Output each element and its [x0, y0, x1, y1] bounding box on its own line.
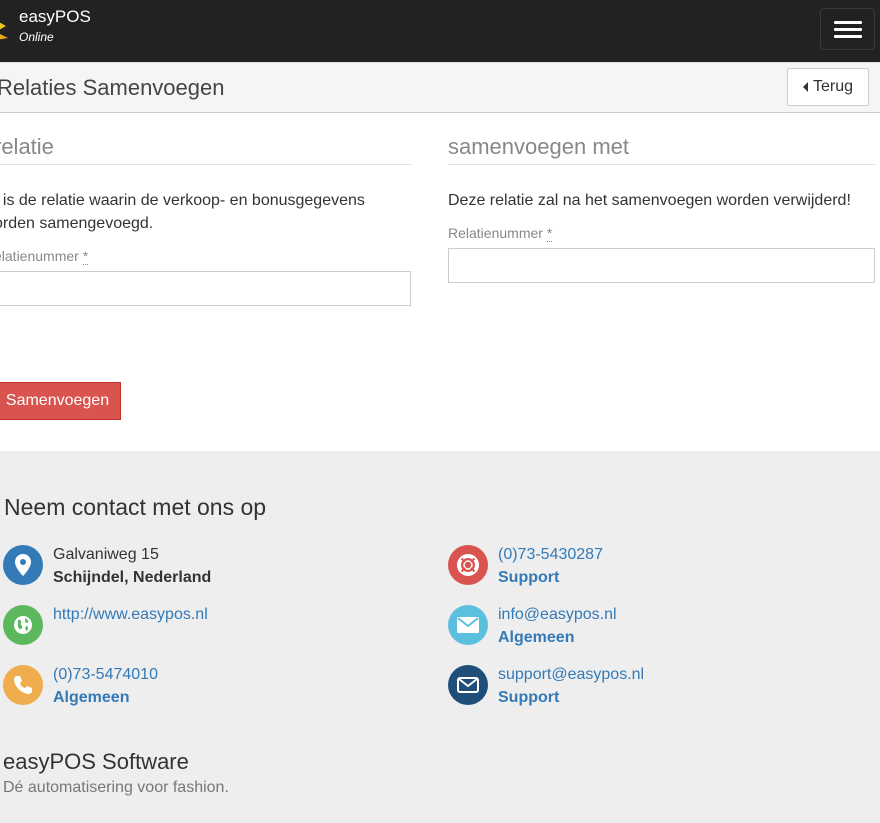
brand-subtitle: Online	[19, 30, 54, 44]
contact-address: Galvaniweg 15 Schijndel, Nederland	[3, 545, 403, 595]
easypos-logo-icon[interactable]	[0, 16, 10, 40]
support-email-link[interactable]: support@easypos.nl	[498, 665, 644, 685]
contact-info-email: info@easypos.nl Algemeen	[448, 605, 848, 655]
address-street: Galvaniweg 15	[53, 546, 159, 563]
hamburger-icon	[834, 21, 862, 24]
support-phone-link[interactable]: (0)73-5430287	[498, 545, 603, 565]
contact-support-email: support@easypos.nl Support	[448, 665, 848, 715]
support-phone-label[interactable]: Support	[498, 568, 559, 588]
contact-general-phone: (0)73-5474010 Algemeen	[3, 665, 403, 715]
samenvoegen-met-heading: samenvoegen met	[448, 113, 875, 165]
relatie-description: t is de relatie waarin de verkoop- en bo…	[0, 189, 411, 235]
envelope-icon	[448, 665, 488, 705]
relatienummer-input[interactable]	[0, 271, 411, 306]
general-phone-label[interactable]: Algemeen	[53, 688, 129, 708]
samenvoegen-met-description: Deze relatie zal na het samenvoegen word…	[448, 192, 851, 209]
relatienummer-merge-label-text: Relatienummer	[448, 225, 543, 241]
info-email-label[interactable]: Algemeen	[498, 628, 574, 648]
menu-toggle-button[interactable]	[820, 8, 875, 50]
relatie-description-line2: orden samengevoegd.	[0, 215, 154, 232]
hamburger-icon	[834, 35, 862, 38]
hamburger-icon	[834, 28, 862, 31]
relatienummer-label-text: elatienummer	[0, 248, 79, 264]
envelope-icon	[448, 605, 488, 645]
brand-name: easyPOS	[19, 7, 91, 26]
contact-support-phone: (0)73-5430287 Support	[448, 545, 848, 595]
address-city: Schijndel, Nederland	[53, 569, 212, 586]
relatie-column: relatie t is de relatie waarin de verkoo…	[0, 113, 411, 306]
relatie-heading: relatie	[0, 113, 411, 165]
info-email-link[interactable]: info@easypos.nl	[498, 605, 617, 625]
top-navbar: easyPOS Online	[0, 0, 880, 62]
required-mark: *	[546, 225, 553, 242]
map-marker-icon	[3, 545, 43, 585]
relatienummer-merge-input[interactable]	[448, 248, 875, 283]
samenvoegen-button[interactable]: Samenvoegen	[0, 382, 121, 420]
required-mark: *	[82, 248, 89, 265]
contact-website: http://www.easypos.nl	[3, 605, 403, 655]
footer-company-name: easyPOS Software	[3, 749, 189, 774]
relatienummer-merge-label: Relatienummer *	[448, 225, 875, 242]
footer: Neem contact met ons op Galvaniweg 15 Sc…	[0, 451, 880, 823]
footer-tagline: Dé automatisering voor fashion.	[3, 779, 229, 796]
page-title-bar: Relaties Samenvoegen Terug	[0, 62, 880, 113]
back-button-label: Terug	[812, 78, 854, 95]
support-email-label[interactable]: Support	[498, 688, 559, 708]
relatie-description-line1: t is de relatie waarin de verkoop- en bo…	[0, 192, 365, 209]
caret-left-icon	[802, 82, 808, 92]
back-button[interactable]: Terug	[787, 68, 869, 106]
samenvoegen-met-column: samenvoegen met Deze relatie zal na het …	[448, 113, 875, 283]
page-title: Relaties Samenvoegen	[0, 75, 225, 100]
brand[interactable]: easyPOS Online	[19, 8, 91, 45]
website-link[interactable]: http://www.easypos.nl	[53, 605, 208, 625]
globe-icon	[3, 605, 43, 645]
life-ring-icon	[448, 545, 488, 585]
contact-title: Neem contact met ons op	[4, 494, 267, 520]
phone-icon	[3, 665, 43, 705]
general-phone-link[interactable]: (0)73-5474010	[53, 665, 158, 685]
relatienummer-label: elatienummer *	[0, 248, 411, 265]
